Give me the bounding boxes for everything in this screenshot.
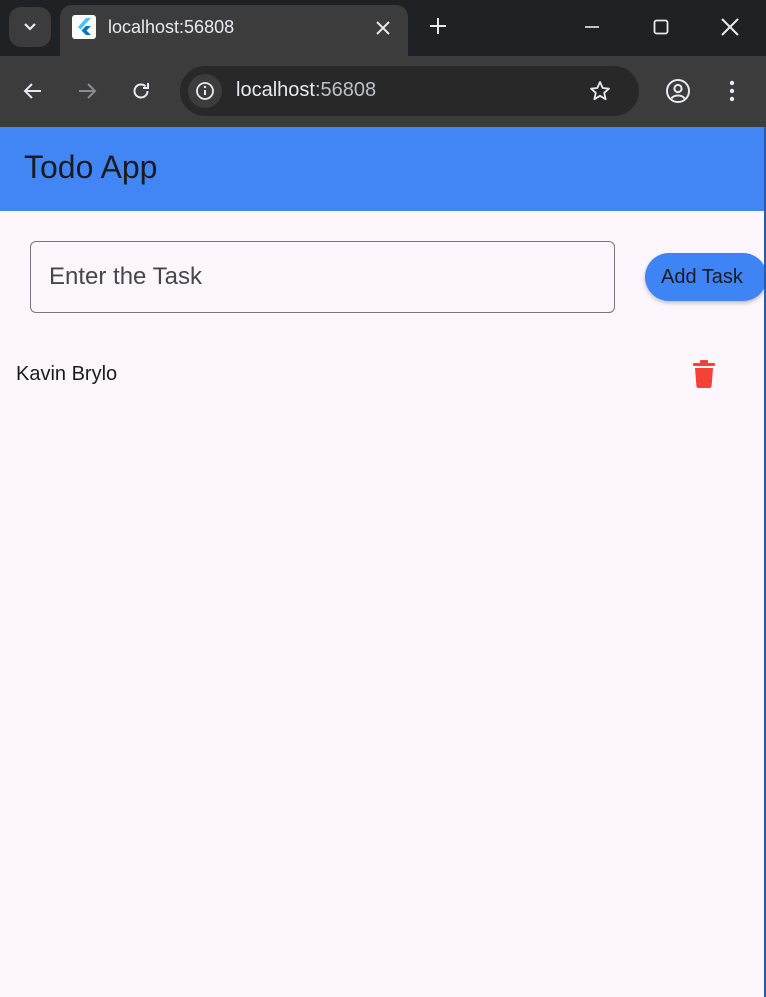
maximize-icon [653,19,669,35]
menu-button[interactable] [716,75,748,107]
back-button[interactable] [17,75,49,107]
chevron-down-icon [24,23,36,31]
address-bar[interactable]: localhost:56808 [180,66,639,116]
close-window-button[interactable] [714,12,746,42]
trash-icon [693,360,715,388]
profile-button[interactable] [662,75,694,107]
reload-icon [133,83,149,99]
minimize-icon [585,26,599,28]
delete-button[interactable] [682,352,726,396]
browser-tab-bar: localhost:56808 [0,0,766,56]
maximize-button[interactable] [645,12,677,42]
flutter-icon [72,15,96,39]
task-input[interactable] [30,241,615,313]
account-icon [666,79,690,103]
arrow-left-icon [23,83,41,99]
url-text: localhost:56808 [236,79,377,101]
add-task-button[interactable]: Add Task [645,253,766,301]
close-icon [721,18,739,36]
minimize-button[interactable] [576,12,608,42]
site-info-icon[interactable] [188,74,222,108]
browser-toolbar: localhost:56808 [0,56,766,127]
close-tab-icon[interactable] [370,15,396,41]
new-tab-button[interactable] [424,12,452,40]
task-text: Kavin Brylo [16,363,118,385]
browser-tab[interactable]: localhost:56808 [60,5,408,56]
forward-button[interactable] [71,75,103,107]
list-item: Kavin Brylo [0,344,764,404]
bookmark-star-icon[interactable] [586,77,614,105]
arrow-right-icon [79,83,97,99]
tab-search-button[interactable] [9,7,51,47]
app-bar: Todo App [0,127,764,211]
plus-icon [430,18,446,34]
more-vert-icon [729,80,735,102]
reload-button[interactable] [125,75,157,107]
page-title: Todo App [24,149,158,185]
tab-title: localhost:56808 [108,17,235,37]
